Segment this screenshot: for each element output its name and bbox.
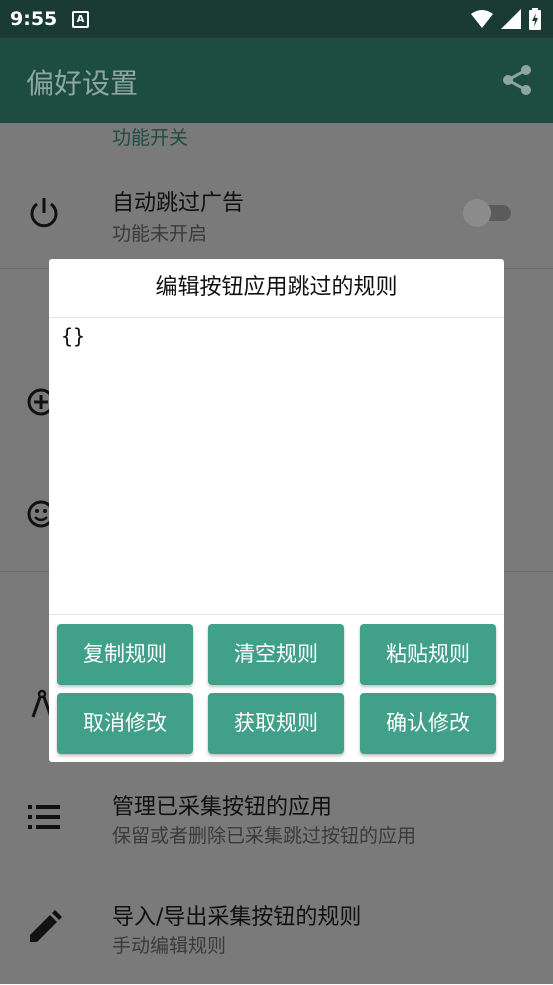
- item-subtitle: 手动编辑规则: [112, 935, 227, 957]
- edit-rules-dialog: 编辑按钮应用跳过的规则 {} 复制规则 清空规则 粘贴规则 取消修改 获取规则 …: [49, 259, 504, 762]
- section-title: 功能开关: [112, 127, 189, 149]
- power-icon: [30, 198, 58, 228]
- item-title: 自动跳过广告: [112, 191, 245, 216]
- status-time: 9:55: [10, 8, 58, 30]
- status-icons: [471, 8, 541, 30]
- paste-rules-button[interactable]: 粘贴规则: [360, 624, 496, 685]
- item-subtitle: 功能未开启: [112, 223, 208, 245]
- cancel-edit-button[interactable]: 取消修改: [57, 693, 193, 754]
- rules-editor-text[interactable]: {}: [61, 324, 85, 348]
- item-title: 管理已采集按钮的应用: [112, 795, 333, 820]
- list-icon: [28, 805, 60, 829]
- manage-apps-item[interactable]: 管理已采集按钮的应用 保留或者删除已采集跳过按钮的应用: [0, 775, 553, 875]
- clear-rules-button[interactable]: 清空规则: [208, 624, 344, 685]
- confirm-edit-button[interactable]: 确认修改: [360, 693, 496, 754]
- import-export-rules-item[interactable]: 导入/导出采集按钮的规则 手动编辑规则: [0, 885, 553, 985]
- rules-editor[interactable]: {}: [49, 318, 504, 615]
- wifi-icon: [471, 10, 493, 28]
- dialog-title: 编辑按钮应用跳过的规则: [49, 259, 504, 318]
- accessibility-notification-icon: A: [72, 11, 89, 28]
- share-icon[interactable]: [501, 64, 533, 96]
- get-rules-button[interactable]: 获取规则: [208, 693, 344, 754]
- auto-skip-toggle[interactable]: [463, 199, 491, 227]
- pencil-icon: [30, 910, 62, 942]
- item-title: 导入/导出采集按钮的规则: [112, 905, 362, 930]
- signal-icon: [501, 9, 521, 29]
- page-title: 偏好设置: [26, 67, 139, 100]
- status-bar: 9:55 A: [0, 0, 553, 38]
- copy-rules-button[interactable]: 复制规则: [57, 624, 193, 685]
- app-bar: 偏好设置: [0, 38, 553, 123]
- item-subtitle: 保留或者删除已采集跳过按钮的应用: [112, 825, 417, 847]
- battery-icon: [529, 8, 541, 30]
